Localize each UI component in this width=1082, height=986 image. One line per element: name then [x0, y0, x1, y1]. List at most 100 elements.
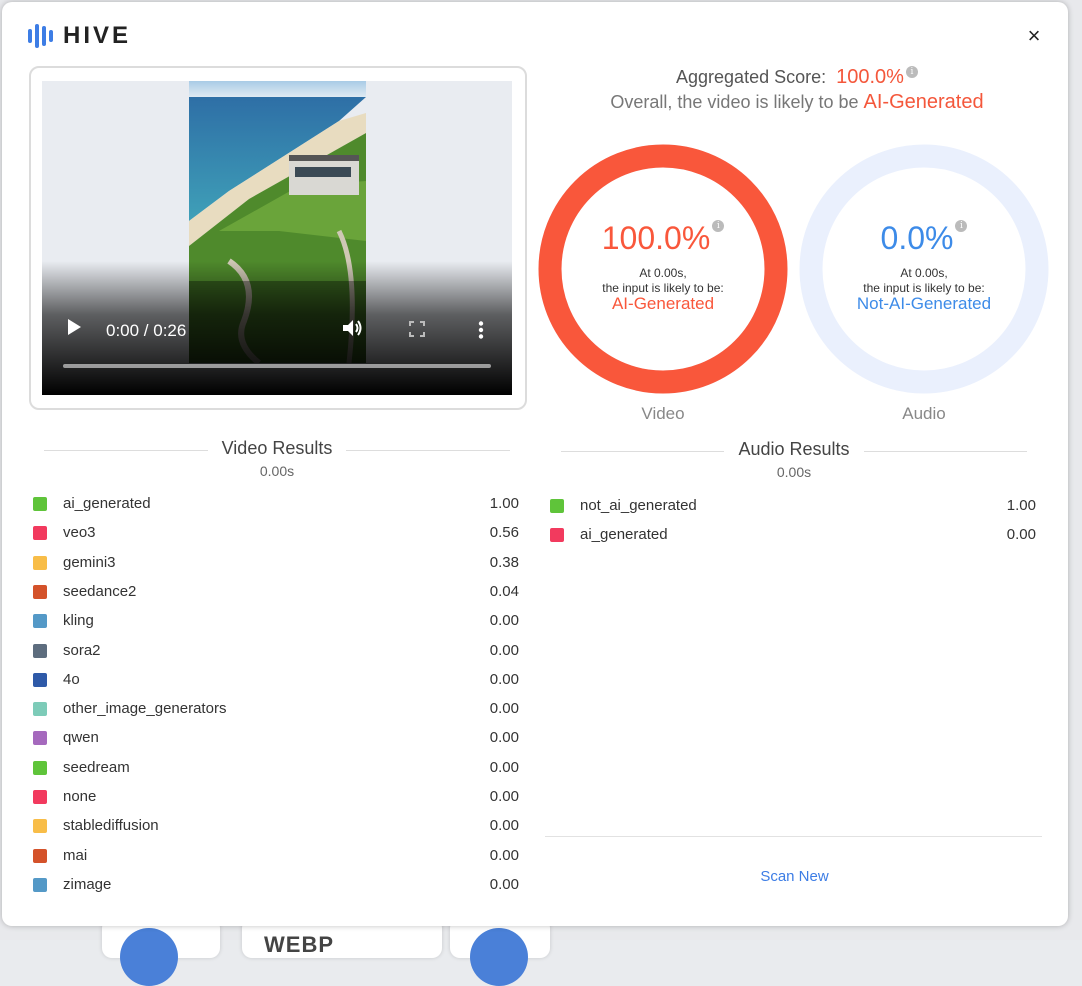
audio-results-time: 0.00s — [776, 464, 812, 480]
audio-results-header: Audio Results 0.00s — [561, 439, 1027, 480]
result-label: not_ai_generated — [580, 497, 697, 514]
result-value: 0.00 — [489, 641, 519, 659]
result-row: ai_generated 1.00 — [33, 493, 519, 515]
color-swatch — [33, 819, 47, 834]
color-swatch — [550, 499, 564, 513]
color-swatch — [33, 877, 47, 892]
info-icon[interactable]: i — [905, 66, 918, 78]
result-row: stablediffusion 0.00 — [33, 815, 519, 837]
aggregate-score-line: Aggregated Score: 100.0% i — [542, 66, 1052, 89]
result-label: 4o — [63, 670, 80, 688]
video-score-percent: 100.0% i — [538, 220, 788, 257]
aggregate-score: Aggregated Score: 100.0% i Overall, the vi… — [542, 66, 1052, 114]
result-label: veo3 — [63, 524, 96, 542]
info-icon[interactable]: i — [712, 220, 725, 232]
result-value: 0.00 — [489, 729, 519, 747]
color-swatch — [33, 614, 47, 629]
result-row: mai 0.00 — [33, 845, 519, 867]
result-row: seedance2 0.04 — [33, 581, 519, 603]
result-label: none — [63, 788, 97, 805]
audio-score-verdict: Not-AI-Generated — [856, 294, 992, 313]
result-label: zimage — [63, 875, 112, 893]
result-value: 1.00 — [1006, 497, 1036, 514]
video-score-verdict: AI-Generated — [611, 294, 715, 313]
result-value: 0.00 — [489, 612, 519, 630]
result-value: 0.38 — [489, 553, 519, 571]
volume-icon[interactable] — [342, 318, 364, 343]
result-row: gemini3 0.38 — [33, 552, 519, 574]
result-row: seedream 0.00 — [33, 757, 519, 779]
background-card-label: WEBP — [264, 932, 334, 957]
result-row: zimage 0.00 — [33, 874, 519, 896]
more-options-icon[interactable] — [478, 321, 484, 344]
result-label: kling — [63, 612, 94, 630]
result-label: stablediffusion — [63, 817, 159, 835]
result-value: 0.00 — [489, 817, 519, 835]
info-icon[interactable]: i — [955, 220, 968, 232]
result-value: 0.04 — [489, 582, 519, 600]
aggregate-score-label: Aggregated Score: — [676, 67, 827, 87]
hive-logo: HIVE — [28, 22, 131, 50]
result-row: veo3 0.56 — [33, 522, 519, 544]
color-swatch — [33, 555, 47, 570]
video-ring-label: Video — [641, 404, 685, 423]
result-value: 0.56 — [489, 524, 519, 542]
video-results-title: Video Results — [207, 438, 347, 458]
color-swatch — [33, 672, 47, 687]
result-value: 0.00 — [489, 788, 519, 805]
color-swatch — [33, 526, 47, 541]
result-label: gemini3 — [63, 553, 116, 571]
video-results-time: 0.00s — [259, 463, 295, 479]
result-row: sora2 0.00 — [33, 640, 519, 662]
result-value: 0.00 — [489, 846, 519, 864]
result-row: ai_generated 0.00 — [550, 524, 1036, 546]
result-label: ai_generated — [63, 495, 151, 512]
result-row: qwen 0.00 — [33, 727, 519, 749]
color-swatch — [33, 643, 47, 658]
color-swatch — [550, 528, 564, 543]
overall-verdict: AI-Generated — [863, 91, 984, 113]
color-swatch — [33, 760, 47, 775]
result-label: seedance2 — [63, 582, 137, 600]
result-label: qwen — [63, 729, 99, 747]
result-value: 0.00 — [489, 875, 519, 893]
result-label: mai — [63, 846, 88, 864]
footer-divider — [545, 836, 1042, 837]
results-modal: HIVE × 0:00 / 0:26 Aggregated Score: 100… — [2, 2, 1068, 926]
background-card-icon — [120, 928, 178, 986]
video-player[interactable]: 0:00 / 0:26 — [42, 81, 512, 395]
video-progress-bar[interactable] — [63, 364, 491, 368]
audio-score-caption: At 0.00s, the input is likely to be: — [863, 266, 985, 295]
overall-text: Overall, the video is likely to be — [610, 92, 859, 112]
video-time: 0:00 / 0:26 — [106, 321, 187, 340]
result-label: seedream — [63, 758, 130, 776]
result-label: other_image_generators — [63, 700, 227, 718]
result-row: none 0.00 — [33, 786, 519, 808]
color-swatch — [33, 584, 47, 599]
fullscreen-icon[interactable] — [409, 321, 425, 337]
logo-bars-icon — [28, 24, 53, 48]
result-value: 1.00 — [489, 495, 519, 512]
result-row: kling 0.00 — [33, 610, 519, 632]
close-button[interactable]: × — [1024, 25, 1044, 47]
aggregate-verdict-line: Overall, the video is likely to be AI-Ge… — [542, 91, 1052, 114]
play-icon[interactable] — [68, 319, 81, 335]
color-swatch — [33, 731, 47, 746]
result-row: not_ai_generated 1.00 — [550, 495, 1036, 517]
result-value: 0.00 — [489, 670, 519, 688]
audio-score-percent: 0.0% i — [799, 220, 1049, 257]
scan-new-button[interactable]: Scan New — [742, 868, 847, 885]
color-swatch — [33, 790, 47, 804]
audio-results-title: Audio Results — [724, 439, 864, 459]
result-value: 0.00 — [489, 758, 519, 776]
audio-ring-label: Audio — [902, 404, 946, 423]
logo-text: HIVE — [63, 22, 132, 49]
video-score-ring: 100.0% i At 0.00s, the input is likely to … — [538, 144, 788, 394]
globe-icon — [470, 928, 528, 986]
video-player-card: 0:00 / 0:26 — [29, 66, 527, 410]
result-value: 0.00 — [1006, 526, 1036, 544]
result-label: ai_generated — [580, 526, 668, 544]
result-value: 0.00 — [489, 700, 519, 718]
result-row: other_image_generators 0.00 — [33, 698, 519, 720]
color-swatch — [33, 497, 47, 511]
